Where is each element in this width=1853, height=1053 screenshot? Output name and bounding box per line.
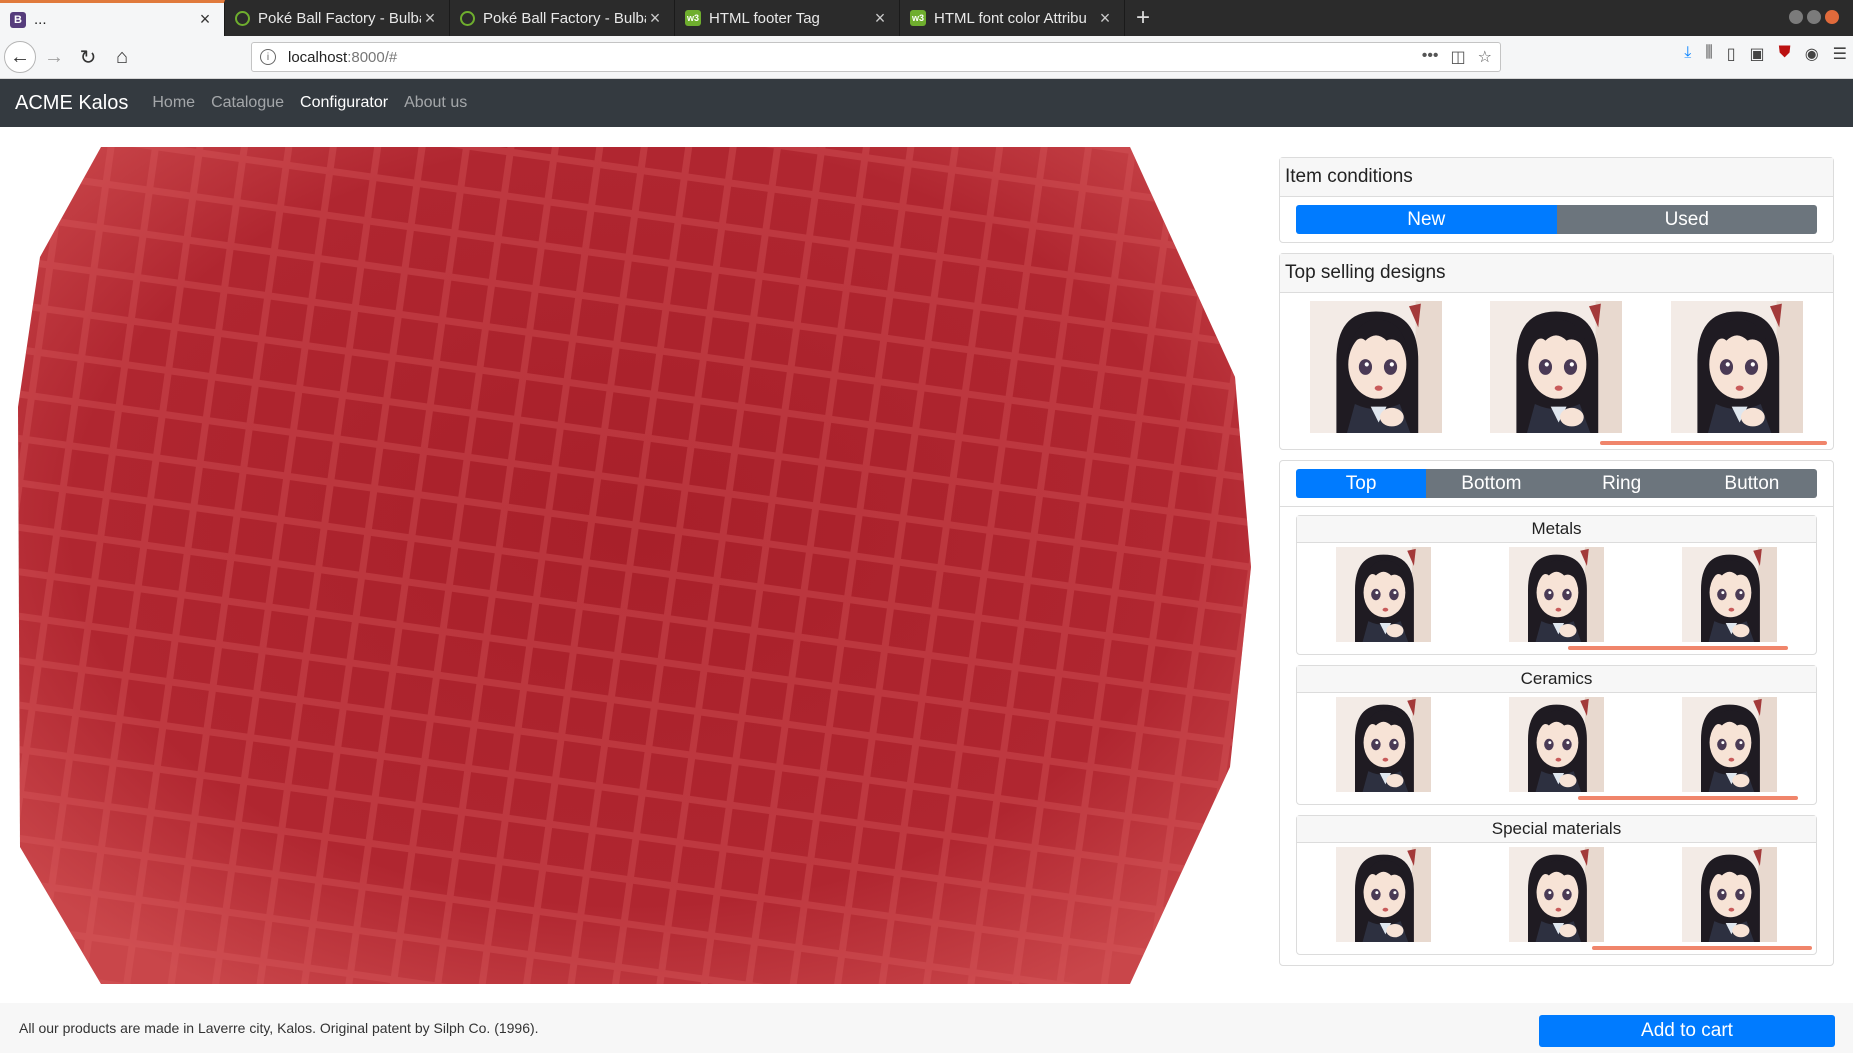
tab-bottom[interactable]: Bottom [1426, 469, 1557, 498]
bookmark-star-icon[interactable]: ☆ [1478, 47, 1492, 67]
top-selling-list [1286, 297, 1827, 441]
browser-tab-1[interactable]: B ... × [0, 0, 225, 36]
browser-toolbar: ← → ↻ ⌂ i localhost :8000/# ••• ◫ ☆ ⤓ ⫼ … [0, 36, 1853, 79]
screenshot-icon[interactable]: ▣ [1750, 44, 1765, 64]
page: ACME Kalos Home Catalogue Configurator A… [0, 79, 1853, 1053]
top-selling-card: Top selling designs [1279, 253, 1834, 450]
back-arrow-icon[interactable]: ← [4, 41, 36, 73]
horizontal-scrollbar[interactable] [1568, 646, 1788, 650]
add-to-cart-button[interactable]: Add to cart [1539, 1015, 1835, 1047]
bulbapedia-icon [460, 10, 475, 26]
url-bar[interactable]: i localhost :8000/# ••• ◫ ☆ [251, 42, 1501, 72]
special-materials-group: Special materials [1296, 815, 1817, 955]
material-thumbnail[interactable] [1682, 547, 1777, 642]
poke-ball-render [18, 147, 1251, 984]
metals-group: Metals [1296, 515, 1817, 655]
ceramics-title: Ceramics [1297, 666, 1816, 693]
design-thumbnail[interactable] [1310, 301, 1443, 433]
bootstrap-icon: B [10, 11, 26, 28]
top-selling-title: Top selling designs [1280, 254, 1833, 293]
condition-toggle: New Used [1296, 205, 1817, 234]
item-conditions-title: Item conditions [1280, 158, 1833, 197]
download-icon[interactable]: ⤓ [1684, 44, 1691, 64]
horizontal-scrollbar[interactable] [1599, 441, 1827, 445]
w3schools-icon: w3 [910, 10, 926, 26]
browser-tab-4[interactable]: w3 HTML footer Tag × [675, 0, 900, 36]
configurator-panel: Item conditions New Used Top selling des… [1279, 157, 1834, 976]
metals-title: Metals [1297, 516, 1816, 543]
tab-ring[interactable]: Ring [1556, 469, 1687, 498]
tab-title: HTML footer Tag [709, 9, 820, 27]
w3schools-icon: w3 [685, 10, 701, 26]
tab-top[interactable]: Top [1296, 469, 1427, 498]
ceramics-group: Ceramics [1296, 665, 1817, 805]
material-thumbnail[interactable] [1509, 547, 1604, 642]
browser-tab-3[interactable]: Poké Ball Factory - Bulba × [450, 0, 675, 36]
horizontal-scrollbar[interactable] [1592, 946, 1812, 950]
nav-home[interactable]: Home [152, 94, 195, 112]
nav-catalogue[interactable]: Catalogue [211, 94, 284, 112]
maximize-icon[interactable] [1807, 10, 1821, 24]
close-tab-icon[interactable]: × [871, 8, 889, 29]
library-icon[interactable]: ⫼ [1705, 44, 1712, 64]
nav-about-us[interactable]: About us [404, 94, 467, 112]
brand-logo[interactable]: ACME Kalos [15, 92, 128, 115]
material-thumbnail[interactable] [1336, 697, 1431, 792]
page-actions-icon[interactable]: ••• [1422, 47, 1439, 67]
close-window-icon[interactable] [1825, 10, 1839, 24]
material-thumbnail[interactable] [1509, 697, 1604, 792]
condition-new-button[interactable]: New [1296, 205, 1557, 234]
close-tab-icon[interactable]: × [421, 8, 439, 29]
pocket-icon[interactable]: ◫ [1451, 47, 1466, 67]
nav-configurator[interactable]: Configurator [300, 94, 388, 112]
browser-tab-2[interactable]: Poké Ball Factory - Bulba × [225, 0, 450, 36]
minimize-icon[interactable] [1789, 10, 1803, 24]
material-thumbnail[interactable] [1509, 847, 1604, 942]
close-tab-icon[interactable]: × [1096, 8, 1114, 29]
reload-icon[interactable]: ↻ [72, 41, 104, 73]
condition-used-button[interactable]: Used [1556, 205, 1817, 234]
footer-text: All our products are made in Laverre cit… [19, 1020, 539, 1036]
new-tab-button[interactable]: + [1125, 0, 1161, 36]
material-thumbnail[interactable] [1682, 697, 1777, 792]
item-conditions-card: Item conditions New Used [1279, 157, 1834, 243]
material-thumbnail[interactable] [1336, 547, 1431, 642]
menu-icon[interactable]: ☰ [1833, 44, 1847, 64]
bulbapedia-icon [235, 10, 250, 26]
extension-icon[interactable]: ◉ [1805, 44, 1819, 64]
url-host: localhost [288, 48, 348, 66]
url-path: :8000/# [347, 48, 398, 66]
window-controls [1789, 10, 1839, 24]
tab-title: HTML font color Attribu [934, 9, 1087, 27]
close-tab-icon[interactable]: × [646, 8, 664, 29]
design-thumbnail[interactable] [1490, 301, 1623, 433]
material-thumbnail[interactable] [1682, 847, 1777, 942]
3d-viewer-canvas[interactable] [0, 147, 1260, 984]
site-navbar: ACME Kalos Home Catalogue Configurator A… [0, 79, 1853, 127]
browser-tab-bar: B ... × Poké Ball Factory - Bulba × Poké… [0, 0, 1853, 36]
ublock-icon[interactable]: ⛊ [1779, 44, 1791, 64]
home-icon[interactable]: ⌂ [106, 41, 138, 73]
material-thumbnail[interactable] [1336, 847, 1431, 942]
tab-button[interactable]: Button [1686, 469, 1817, 498]
browser-extensions: ⤓ ⫼ ▯ ▣ ⛊ ◉ ☰ [1684, 44, 1847, 64]
tab-title: Poké Ball Factory - Bulba [483, 9, 646, 27]
forward-arrow-icon[interactable]: → [38, 41, 70, 73]
sidebar-icon[interactable]: ▯ [1727, 44, 1736, 64]
site-footer: All our products are made in Laverre cit… [0, 1003, 1853, 1053]
close-tab-icon[interactable]: × [196, 9, 214, 30]
tab-title: Poké Ball Factory - Bulba [258, 9, 421, 27]
parts-card: Top Bottom Ring Button Metals Ceramics S… [1279, 460, 1834, 966]
design-thumbnail[interactable] [1670, 301, 1803, 433]
horizontal-scrollbar[interactable] [1578, 796, 1798, 800]
browser-tab-5[interactable]: w3 HTML font color Attribu × [900, 0, 1125, 36]
tab-title: ... [34, 11, 47, 28]
info-icon[interactable]: i [260, 49, 276, 65]
special-materials-title: Special materials [1297, 816, 1816, 843]
part-tabs: Top Bottom Ring Button [1296, 469, 1817, 498]
